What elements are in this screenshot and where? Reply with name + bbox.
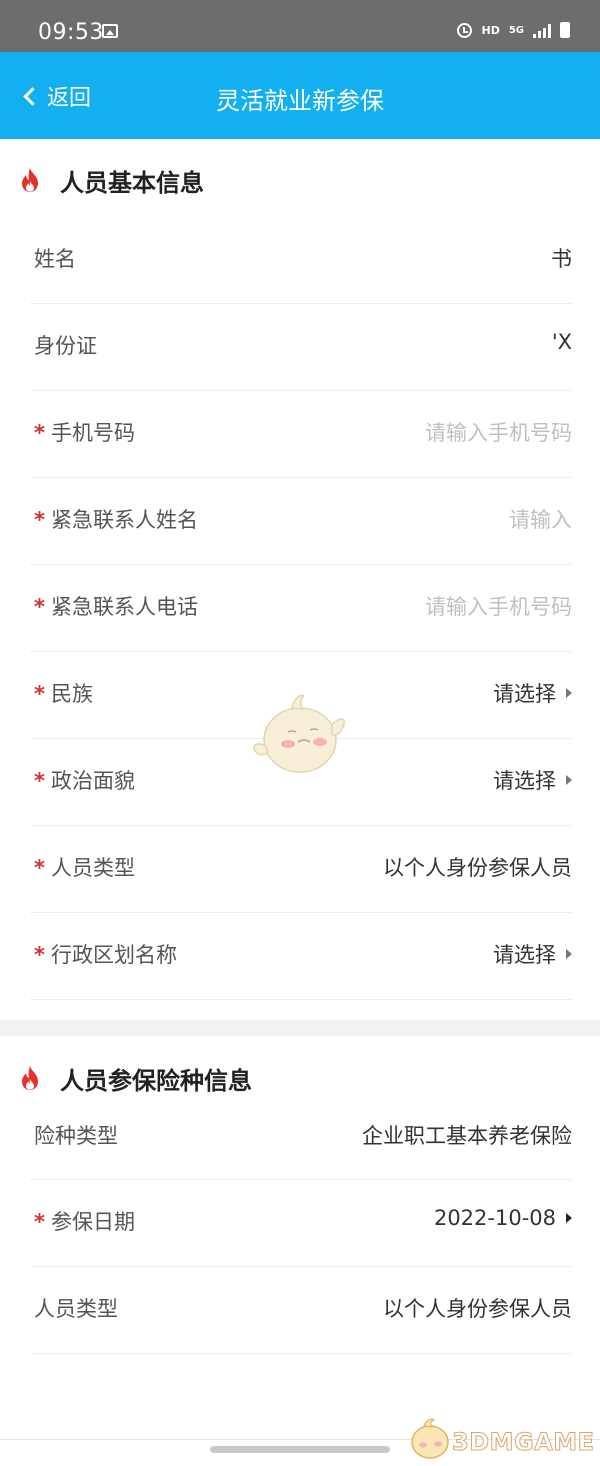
insurance-type-row: 险种类型 企业职工基本养老保险: [30, 1115, 572, 1180]
select-text: 请选择: [493, 943, 556, 967]
section-header: 人员基本信息: [0, 139, 600, 217]
hd-indicator: HD: [481, 23, 500, 37]
section-title: 人员基本信息: [60, 169, 204, 197]
row-label: 人员类型: [34, 1293, 118, 1323]
home-indicator[interactable]: [210, 1446, 390, 1453]
name-value: 书: [551, 247, 572, 271]
enroll-date-row[interactable]: * 参保日期 2022-10-08: [30, 1180, 572, 1267]
region-label: 行政区划名称: [50, 943, 177, 967]
row-label: * 人员类型: [34, 852, 135, 882]
emergency-name-row[interactable]: * 紧急联系人姓名 请输入: [30, 478, 572, 565]
person-type-value: 以个人身份参保人员: [383, 1297, 572, 1321]
person-type-label: 人员类型: [50, 856, 135, 880]
required-mark: *: [34, 421, 45, 445]
political-status-select[interactable]: 请选择: [493, 765, 572, 795]
id-card-value: 'X: [551, 330, 572, 354]
ethnicity-select[interactable]: 请选择: [493, 678, 572, 708]
fire-icon: [22, 168, 38, 192]
emergency-name-input[interactable]: 请输入: [509, 504, 572, 534]
status-icons: HD 5G: [457, 22, 570, 38]
political-status-label: 政治面貌: [50, 769, 135, 793]
section-title: 人员参保险种信息: [60, 1067, 252, 1095]
row-label: * 紧急联系人姓名: [34, 504, 198, 534]
required-mark: *: [34, 1210, 45, 1234]
emergency-name-label: 紧急联系人姓名: [50, 508, 198, 532]
phone-label: 手机号码: [50, 421, 135, 445]
row-label: * 民族: [34, 678, 93, 708]
row-label: * 政治面貌: [34, 765, 135, 795]
insurance-type-value: 企业职工基本养老保险: [362, 1124, 572, 1148]
region-select[interactable]: 请选择: [493, 939, 572, 969]
status-bar: 09:53 HD 5G: [0, 0, 600, 52]
required-mark: *: [34, 595, 45, 619]
person-type-label: 人员类型: [34, 1297, 118, 1321]
insurance-type-label: 险种类型: [34, 1124, 118, 1148]
image-notification-icon: [102, 24, 118, 38]
required-mark: *: [34, 769, 45, 793]
enroll-date-picker[interactable]: 2022-10-08: [434, 1206, 572, 1230]
required-mark: *: [34, 856, 45, 880]
fire-icon: [22, 1066, 38, 1090]
row-label: 姓名: [34, 243, 76, 273]
alarm-icon: [457, 22, 473, 38]
row-label: * 行政区划名称: [34, 939, 177, 969]
watermark-text: 3DMGAME: [452, 1428, 595, 1457]
basic-info-section: 人员基本信息 姓名 书 身份证 'X * 手机号码 请输入手机号码 * 紧急联系人姓…: [0, 139, 600, 1000]
caret-right-icon: [566, 1213, 572, 1223]
required-mark: *: [34, 682, 45, 706]
mascot-watermark-image: [253, 694, 345, 773]
caret-right-icon: [566, 949, 572, 959]
required-mark: *: [34, 508, 45, 532]
enroll-date-label: 参保日期: [50, 1210, 135, 1234]
person-type-value: 以个人身份参保人员: [383, 856, 572, 880]
nav-bar: 返回 灵活就业新参保: [0, 52, 600, 139]
watermark-mascot-icon: [411, 1418, 449, 1459]
emergency-phone-row[interactable]: * 紧急联系人电话 请输入手机号码: [30, 565, 572, 652]
emergency-phone-input[interactable]: 请输入手机号码: [425, 591, 572, 621]
row-label: * 参保日期: [34, 1206, 135, 1236]
id-card-row: 身份证 'X: [30, 304, 572, 391]
row-label: 身份证: [34, 330, 97, 360]
name-row: 姓名 书: [30, 217, 572, 304]
row-label: * 手机号码: [34, 417, 135, 447]
insurance-info-section: 人员参保险种信息 险种类型 企业职工基本养老保险 * 参保日期 2022-10-0…: [0, 1037, 600, 1354]
phone-row[interactable]: * 手机号码 请输入手机号码: [30, 391, 572, 478]
section-header: 人员参保险种信息: [0, 1037, 600, 1115]
select-text: 请选择: [493, 682, 556, 706]
caret-right-icon: [566, 688, 572, 698]
network-5g-indicator: 5G: [508, 24, 524, 36]
site-watermark: 3DMGAME: [400, 1412, 600, 1466]
select-text: 2022-10-08: [433, 1206, 556, 1230]
emergency-phone-label: 紧急联系人电话: [50, 595, 198, 619]
person-type-row: * 人员类型 以个人身份参保人员: [30, 826, 572, 913]
required-mark: *: [34, 943, 45, 967]
select-text: 请选择: [493, 769, 556, 793]
signal-icon: [533, 23, 551, 38]
row-label: * 紧急联系人电话: [34, 591, 198, 621]
page-title: 灵活就业新参保: [216, 87, 384, 115]
phone-input[interactable]: 请输入手机号码: [425, 417, 572, 447]
status-time: 09:53: [38, 20, 104, 45]
person-type-row-2: 人员类型 以个人身份参保人员: [30, 1267, 572, 1354]
id-card-label: 身份证: [34, 334, 97, 358]
name-label: 姓名: [34, 247, 76, 271]
row-label: 险种类型: [34, 1120, 118, 1150]
ethnicity-label: 民族: [50, 682, 93, 706]
region-row[interactable]: * 行政区划名称 请选择: [30, 913, 572, 1000]
section-divider: [0, 1020, 600, 1036]
battery-icon: [560, 22, 570, 38]
caret-right-icon: [566, 775, 572, 785]
